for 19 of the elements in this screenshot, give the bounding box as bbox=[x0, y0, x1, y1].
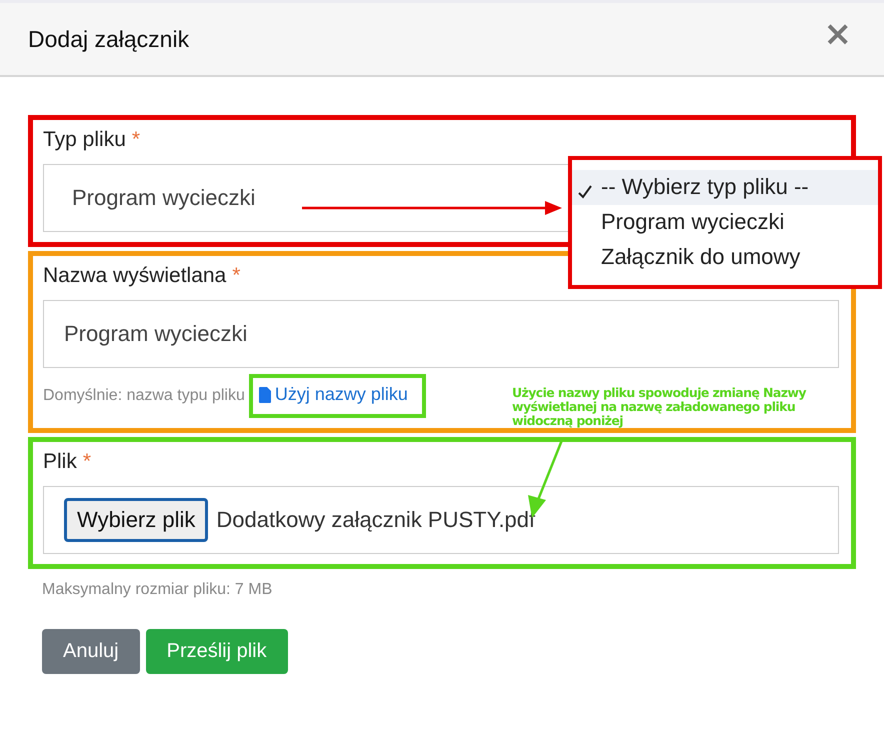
dropdown-option[interactable]: Załącznik do umowy bbox=[572, 240, 878, 275]
required-mark: * bbox=[232, 264, 240, 287]
close-button[interactable]: × bbox=[820, 17, 856, 51]
cancel-button[interactable]: Anuluj bbox=[42, 628, 140, 674]
file-field[interactable]: Wybierz plik Dodatkowy załącznik PUSTY.pdf bbox=[43, 486, 839, 554]
field-label: Nazwa wyświetlana bbox=[43, 264, 226, 287]
required-mark: * bbox=[82, 450, 92, 472]
annotation-note: Użycie nazwy pliku spowoduje zmianę Nazwy wyświetlanej na nazwę załadowanego pliku widoczną poniżej bbox=[512, 386, 808, 428]
dialog-title: Dodaj załącznik bbox=[28, 26, 190, 52]
field-label: Plik bbox=[43, 450, 77, 472]
field-label: Typ pliku bbox=[43, 128, 126, 151]
required-mark: * bbox=[132, 128, 140, 151]
input-field[interactable]: Program wycieczki bbox=[43, 300, 839, 368]
use-filename-link[interactable]: Użyj nazwy pliku bbox=[258, 384, 408, 405]
choose-file-button[interactable]: Wybierz plik bbox=[64, 498, 208, 542]
dropdown-option[interactable]: -- Wybierz typ pliku -- bbox=[572, 170, 878, 205]
file-name: Dodatkowy załącznik PUSTY.pdf bbox=[216, 506, 536, 532]
file-size-hint: Maksymalny rozmiar pliku: 7 MB bbox=[42, 580, 274, 598]
help-text: Domyślnie: nazwa typu pliku bbox=[43, 386, 245, 405]
